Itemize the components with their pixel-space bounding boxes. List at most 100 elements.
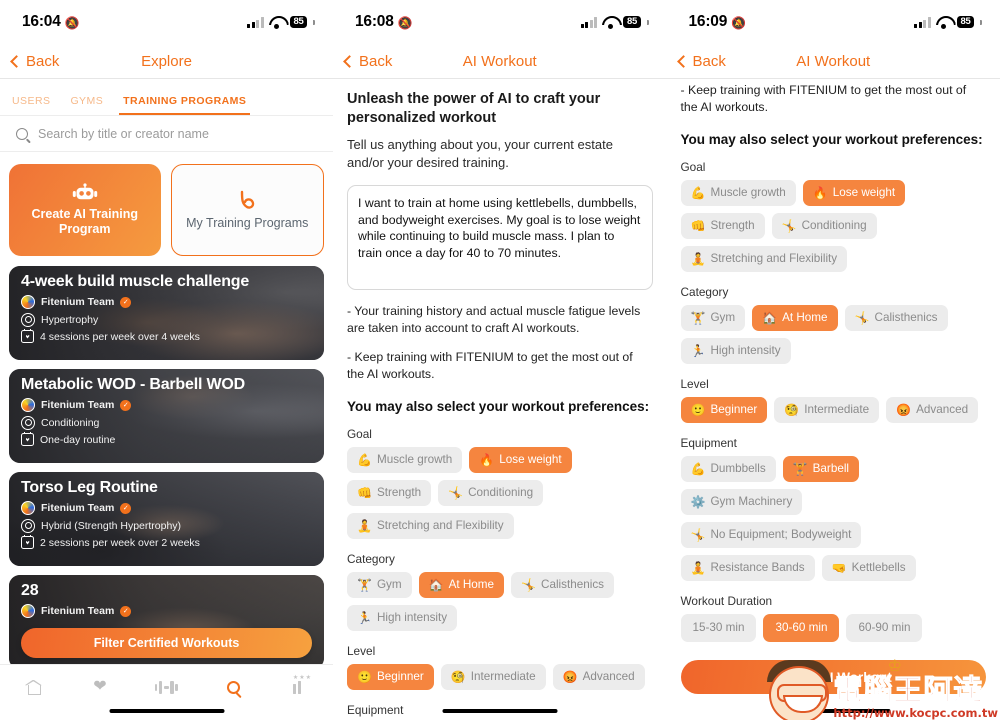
chip-beginner[interactable]: 🙂 Beginner: [680, 397, 768, 423]
home-indicator: [442, 708, 558, 713]
chip-calisthenics[interactable]: 🤸 Calisthenics: [511, 572, 615, 598]
preferences-scroll-area[interactable]: - Keep training with FITENIUM to get the…: [667, 79, 1000, 720]
phone-screen-ai-workout-preferences: 16:09 🔕 85 Back AI Workout - Keep traini…: [666, 0, 1000, 720]
chip-gym[interactable]: 🏋️ Gym: [347, 572, 412, 598]
chip-conditioning[interactable]: 🤸 Conditioning: [771, 213, 877, 239]
chip-lose-weight[interactable]: 🔥 Lose weight: [469, 447, 572, 473]
create-ai-workout-button[interactable]: Create AI Workout: [680, 660, 986, 694]
my-training-programs-card[interactable]: My Training Programs: [170, 164, 324, 256]
chip-conditioning[interactable]: 🤸 Conditioning: [438, 480, 544, 506]
avatar: [21, 295, 35, 309]
program-creator-row: Fitenium Team ✓: [21, 604, 312, 618]
chip-stretching-flexibility[interactable]: 🧘 Stretching and Flexibility: [347, 513, 514, 539]
chip-gym-machinery[interactable]: ⚙️ Gym Machinery: [680, 489, 803, 515]
chip-calisthenics[interactable]: 🤸 Calisthenics: [844, 305, 948, 331]
chip-at-home[interactable]: 🏠 At Home: [418, 572, 505, 598]
cartwheel-icon: 🤸: [854, 311, 870, 325]
calendar-icon: [21, 431, 34, 446]
chip-high-intensity[interactable]: 🏃 High intensity: [347, 605, 458, 631]
back-button[interactable]: Back: [676, 52, 726, 70]
flexed-biceps-icon: 💪: [357, 453, 372, 467]
chip-no-equipment-bodyweight[interactable]: 🤸 No Equipment; Bodyweight: [680, 522, 862, 548]
program-schedule-row: 2 sessions per week over 2 weeks: [21, 534, 312, 549]
chip-lose-weight[interactable]: 🔥 Lose weight: [802, 180, 906, 206]
chip-high-intensity[interactable]: 🏃 High intensity: [680, 338, 791, 364]
wifi-icon: [269, 16, 285, 29]
back-label: Back: [692, 52, 726, 70]
program-schedule: 4 sessions per week over 4 weeks: [40, 330, 200, 343]
chip-group-goal: 💪 Muscle growth 🔥 Lose weight 👊 Strength 🤸 C…: [680, 180, 987, 272]
chip-strength[interactable]: 👊 Strength: [347, 480, 432, 506]
runner-icon: 🏃: [357, 611, 372, 625]
nav-bar: Back AI Workout: [333, 44, 667, 78]
tab-search[interactable]: [200, 674, 267, 700]
chip-intermediate[interactable]: 🧐 Intermediate: [440, 664, 546, 690]
chip-label: Lose weight: [499, 453, 562, 466]
quick-action-label: My Training Programs: [186, 216, 309, 230]
chip-gym[interactable]: 🏋️ Gym: [680, 305, 746, 331]
chip-barbell[interactable]: 🏋️ Barbell: [782, 456, 860, 482]
tab-gyms[interactable]: GYMS: [70, 95, 113, 115]
note-keep-training: - Keep training with FITENIUM to get the…: [347, 350, 633, 381]
chip-stretching-flexibility[interactable]: 🧘 Stretching and Flexibility: [680, 246, 848, 272]
tab-home[interactable]: [0, 674, 67, 700]
chip-at-home[interactable]: 🏠 At Home: [752, 305, 838, 331]
creator-name: Fitenium Team: [41, 296, 115, 308]
chip-duration-60-90[interactable]: 60-90 min: [846, 614, 923, 642]
tab-health[interactable]: ❤: [67, 674, 134, 700]
program-card[interactable]: Metabolic WOD - Barbell WOD Fitenium Tea…: [9, 369, 324, 463]
chip-dumbbells[interactable]: 💪 Dumbbells: [680, 456, 776, 482]
status-time: 16:04: [22, 13, 61, 30]
filter-certified-workouts-button[interactable]: Filter Certified Workouts: [21, 628, 312, 658]
chip-group-goal: 💪 Muscle growth 🔥 Lose weight 👊 Strength 🤸 C…: [347, 447, 653, 539]
chip-strength[interactable]: 👊 Strength: [680, 213, 765, 239]
tab-users[interactable]: USERS: [12, 95, 60, 115]
form-scroll-area[interactable]: Unleash the power of AI to craft your pe…: [333, 79, 667, 720]
flexed-biceps-icon: [241, 190, 255, 209]
chip-advanced[interactable]: 😡 Advanced: [552, 664, 645, 690]
search-bar[interactable]: Search by title or creator name: [0, 116, 333, 151]
program-schedule: One-day routine: [40, 433, 116, 446]
angry-face-icon: 😡: [562, 670, 578, 684]
avatar: [21, 398, 35, 412]
chip-kettlebells[interactable]: 🤜 Kettlebells: [821, 555, 916, 581]
program-title: 4-week build muscle challenge: [21, 273, 250, 290]
battery-cap-icon: [646, 19, 649, 25]
search-input[interactable]: Search by title or creator name: [38, 127, 209, 141]
verified-badge-icon: ✓: [120, 502, 132, 514]
quick-action-label: Create AI Training Program: [31, 207, 138, 236]
wifi-icon: [936, 16, 952, 29]
group-label-category: Category: [680, 285, 729, 299]
chip-advanced[interactable]: 😡 Advanced: [886, 397, 979, 423]
verified-badge-icon: ✓: [120, 399, 132, 411]
program-card[interactable]: Torso Leg Routine Fitenium Team ✓ Hybrid…: [9, 472, 324, 566]
group-label-category: Category: [347, 552, 395, 566]
chip-muscle-growth[interactable]: 💪 Muscle growth: [680, 180, 796, 206]
program-type: Conditioning: [41, 416, 100, 429]
tab-training-programs[interactable]: TRAINING PROGRAMS: [119, 95, 256, 115]
chip-duration-30-60[interactable]: 30-60 min: [763, 614, 840, 642]
tab-stats[interactable]: ★★★: [266, 674, 333, 700]
cellular-signal-icon: [580, 16, 598, 28]
verified-badge-icon: ✓: [120, 605, 132, 617]
chip-beginner[interactable]: 🙂 Beginner: [347, 664, 434, 690]
chip-label: At Home: [448, 578, 495, 591]
program-card[interactable]: 4-week build muscle challenge Fitenium T…: [9, 266, 324, 360]
program-type-row: Hybrid (Strength Hypertrophy): [21, 518, 312, 533]
description-textarea[interactable]: I want to train at home using kettlebell…: [347, 185, 653, 290]
chip-muscle-growth[interactable]: 💪 Muscle growth: [347, 447, 463, 473]
chip-duration-15-30[interactable]: 15-30 min: [680, 614, 757, 642]
back-button[interactable]: Back: [343, 53, 392, 70]
target-icon: [21, 415, 35, 430]
status-indicators: 85: [914, 15, 982, 29]
home-indicator: [775, 708, 891, 713]
back-button[interactable]: Back: [10, 53, 59, 70]
program-title: 28: [21, 582, 39, 599]
chip-resistance-bands[interactable]: 🧘 Resistance Bands: [680, 555, 815, 581]
create-ai-training-program-card[interactable]: Create AI Training Program: [9, 164, 161, 256]
tab-workouts[interactable]: [133, 674, 200, 700]
phone-screen-explore: 16:04 🔕 85 Back Explore USERS GYMS TRAIN…: [0, 0, 333, 720]
group-label-level: Level: [680, 377, 709, 391]
chip-intermediate[interactable]: 🧐 Intermediate: [774, 397, 880, 423]
gear-icon: ⚙️: [690, 495, 706, 509]
